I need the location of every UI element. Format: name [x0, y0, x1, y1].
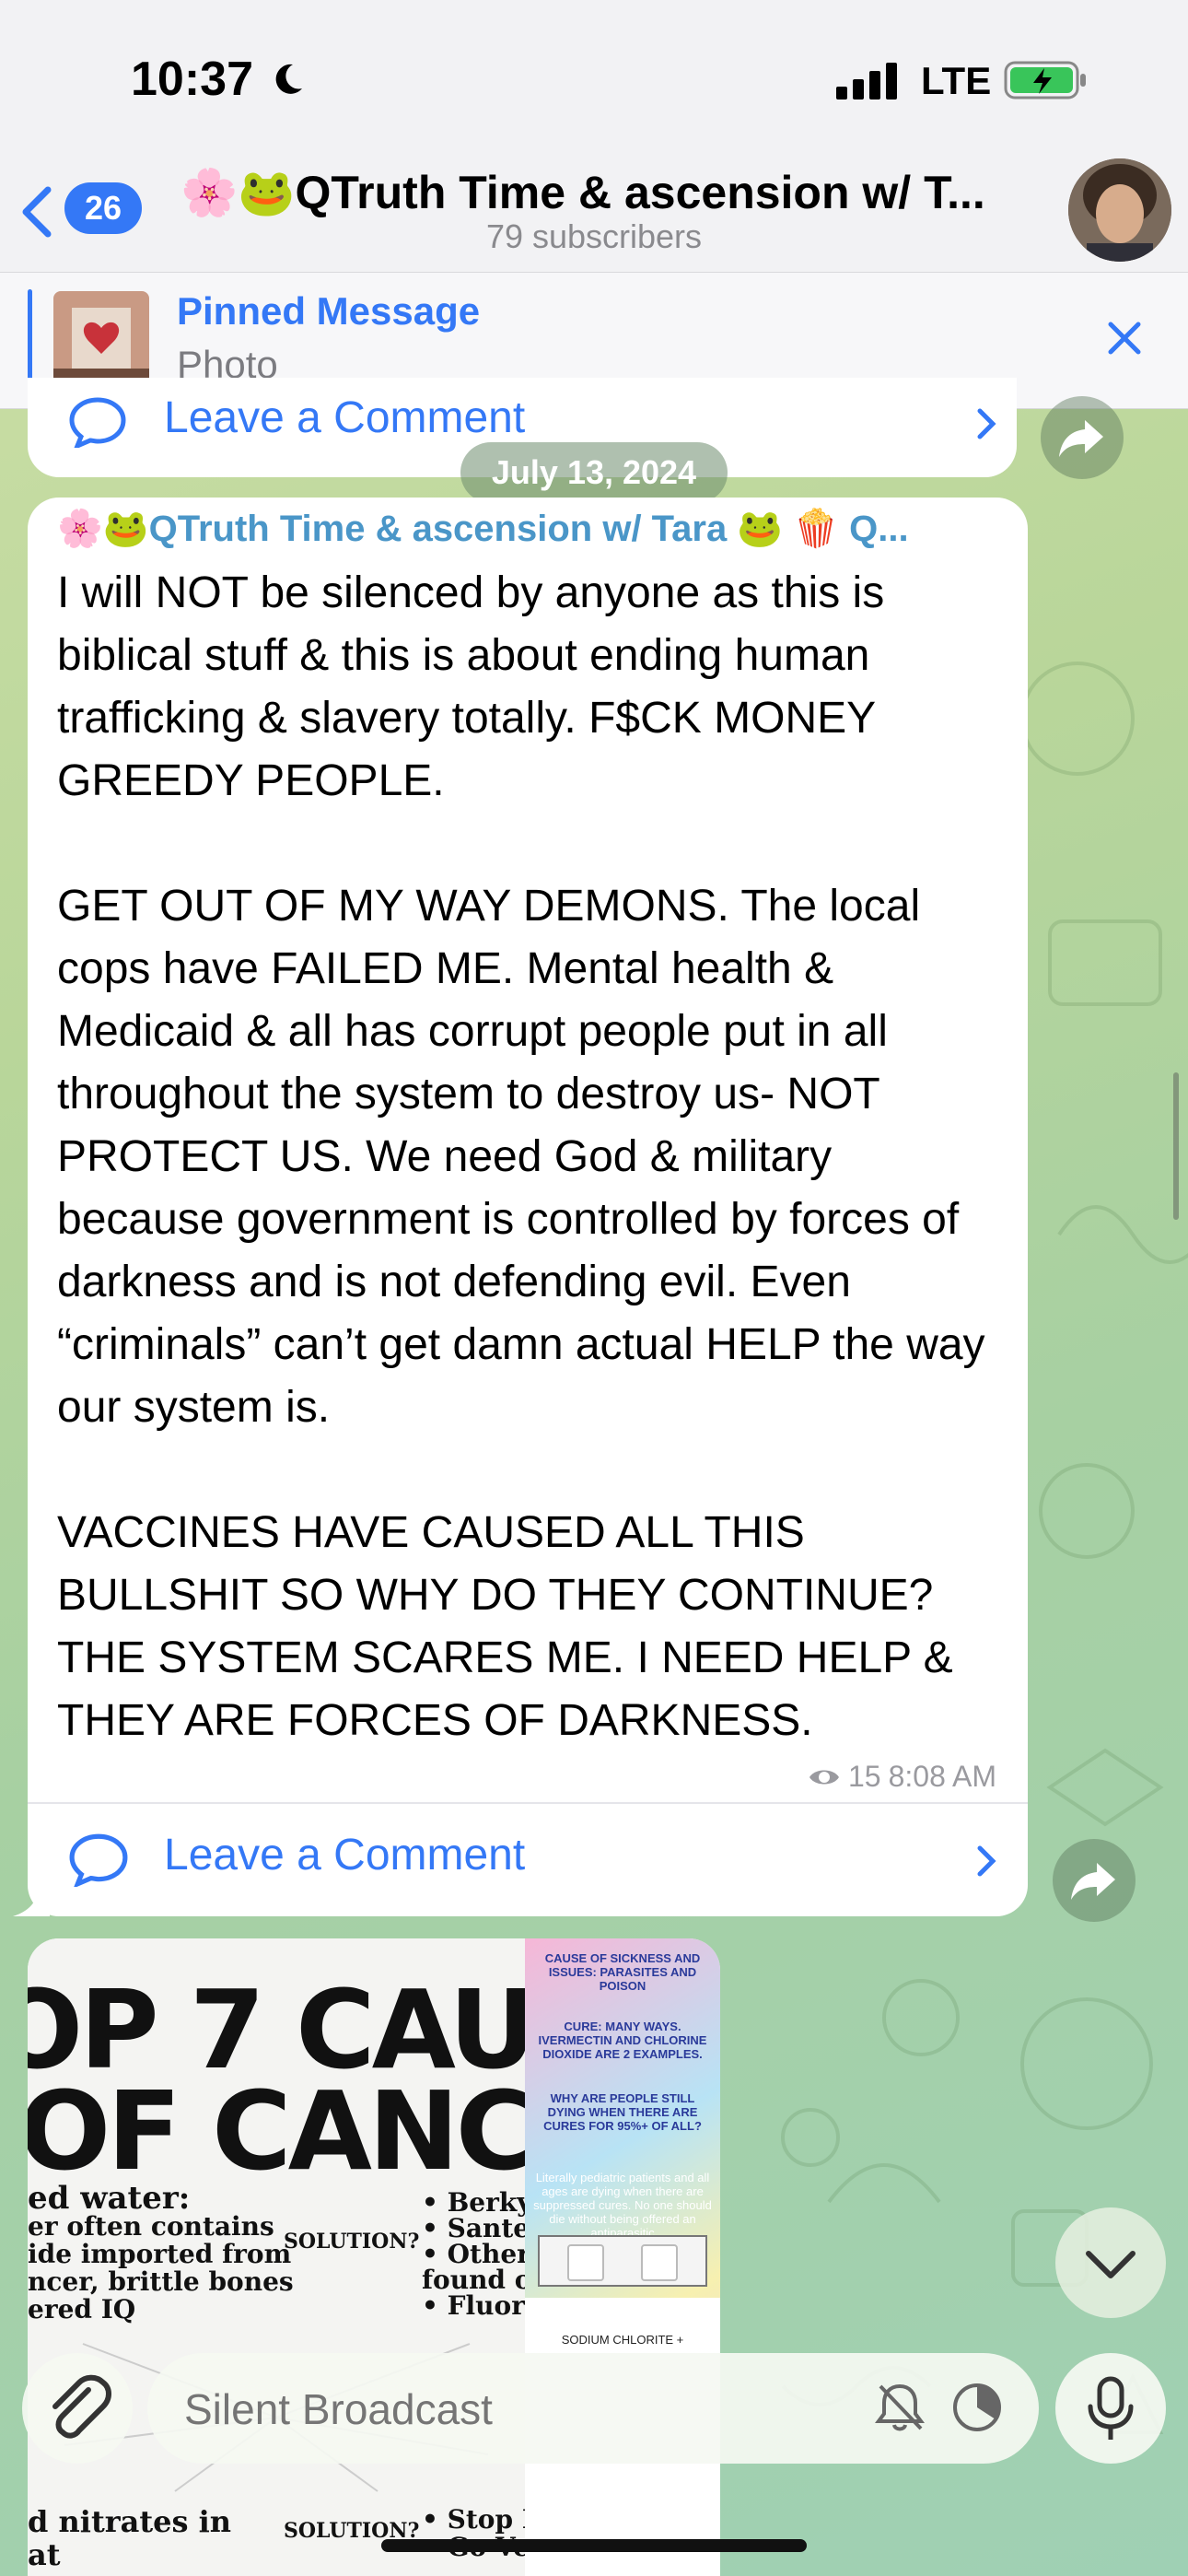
- pinned-thumbnail: [53, 291, 149, 387]
- share-arrow-icon: [1071, 1863, 1115, 1900]
- message-sender[interactable]: 🌸🐸QTruth Time & ascension w/ Tara 🐸 🍿 Q.…: [57, 507, 1015, 550]
- bell-muted-icon[interactable]: [871, 2379, 928, 2436]
- image-note-text: Literally pediatric patients and all age…: [533, 2171, 712, 2240]
- image-text: ide imported from: [28, 2239, 292, 2269]
- cancer-causes-image[interactable]: OP 7 CAUS OF CANCE ed water: er often co…: [28, 1938, 611, 2576]
- media-album[interactable]: OP 7 CAUS OF CANCE ed water: er often co…: [28, 1938, 720, 2576]
- avatar-photo: [1068, 158, 1171, 262]
- subscriber-count: 79 subscribers: [485, 217, 703, 255]
- chevron-down-icon: [1086, 2251, 1136, 2278]
- pinned-indicator: [28, 289, 32, 391]
- message-text: I will NOT be silenced by anyone as this…: [57, 568, 985, 1745]
- share-button[interactable]: [1041, 396, 1124, 479]
- home-indicator[interactable]: [381, 2539, 807, 2552]
- image-text: • Stop P: [422, 2504, 542, 2535]
- date-separator: July 13, 2024: [460, 442, 728, 503]
- image-headline-line2: OF CANCE: [28, 2067, 606, 2195]
- share-button[interactable]: [1053, 1839, 1136, 1922]
- channel-title[interactable]: 🌸🐸QTruth Time & ascension w/ T...: [181, 166, 1009, 220]
- image-question-text: WHY ARE PEOPLE STILL DYING WHEN THERE AR…: [543, 2091, 702, 2133]
- share-arrow-icon: [1059, 420, 1103, 457]
- image-text: at: [28, 2537, 61, 2572]
- image-product-box: [538, 2235, 707, 2287]
- leave-comment-link[interactable]: Leave a Comment: [164, 392, 525, 443]
- battery-charging-icon: [1004, 61, 1086, 100]
- microphone-icon: [1088, 2376, 1134, 2440]
- comment-icon: [69, 1833, 128, 1887]
- moon-icon: [275, 64, 302, 94]
- channel-avatar[interactable]: [1068, 158, 1171, 262]
- comment-divider: [28, 1802, 1028, 1804]
- image-text: ncer, brittle bones: [28, 2266, 294, 2297]
- chevron-right-icon: [977, 1845, 996, 1877]
- signal-bars-icon: [836, 63, 897, 100]
- parasites-poison-image[interactable]: CAUSE OF SICKNESS AND ISSUES: PARASITES …: [525, 1938, 720, 2576]
- scroll-to-bottom-button[interactable]: [1055, 2207, 1166, 2318]
- microphone-button[interactable]: [1055, 2353, 1166, 2464]
- pinned-title: Pinned Message: [177, 289, 481, 333]
- status-bar: 10:37 LTE: [0, 0, 1188, 157]
- comment-icon: [69, 397, 126, 448]
- paperclip-icon: [52, 2374, 111, 2439]
- network-type: LTE: [921, 59, 992, 102]
- leave-comment-link[interactable]: Leave a Comment: [164, 1830, 525, 1880]
- image-text: d nitrates in: [28, 2504, 232, 2539]
- scroll-indicator[interactable]: [1173, 1072, 1179, 1220]
- timer-icon[interactable]: [949, 2379, 1006, 2436]
- message-meta: 15 8:08 AM: [808, 1760, 996, 1794]
- close-icon[interactable]: [1101, 315, 1147, 361]
- image-text: SOLUTION?: [284, 2230, 420, 2254]
- message-time: 8:08 AM: [888, 1760, 996, 1793]
- chat-header: 26 🌸🐸QTruth Time & ascension w/ T... 79 …: [0, 157, 1188, 273]
- status-time: 10:37: [131, 53, 253, 106]
- image-heading: CAUSE OF SICKNESS AND ISSUES: PARASITES …: [544, 1951, 701, 1993]
- eye-icon: [809, 1770, 839, 1784]
- broadcast-input[interactable]: [184, 2384, 829, 2434]
- message-bubble[interactable]: 🌸🐸QTruth Time & ascension w/ Tara 🐸 🍿 Q.…: [28, 498, 1028, 1916]
- chevron-right-icon: [977, 408, 996, 439]
- image-footer-text: SODIUM CHLORITE +: [561, 2333, 684, 2347]
- image-cure-text: CURE: MANY WAYS. IVERMECTIN AND CHLORINE…: [538, 2020, 707, 2061]
- image-text: er often contains: [28, 2211, 274, 2242]
- attach-button[interactable]: [22, 2353, 133, 2464]
- image-text: ered IQ: [28, 2294, 136, 2324]
- message-composer[interactable]: [147, 2353, 1039, 2464]
- view-count: 15: [848, 1760, 881, 1793]
